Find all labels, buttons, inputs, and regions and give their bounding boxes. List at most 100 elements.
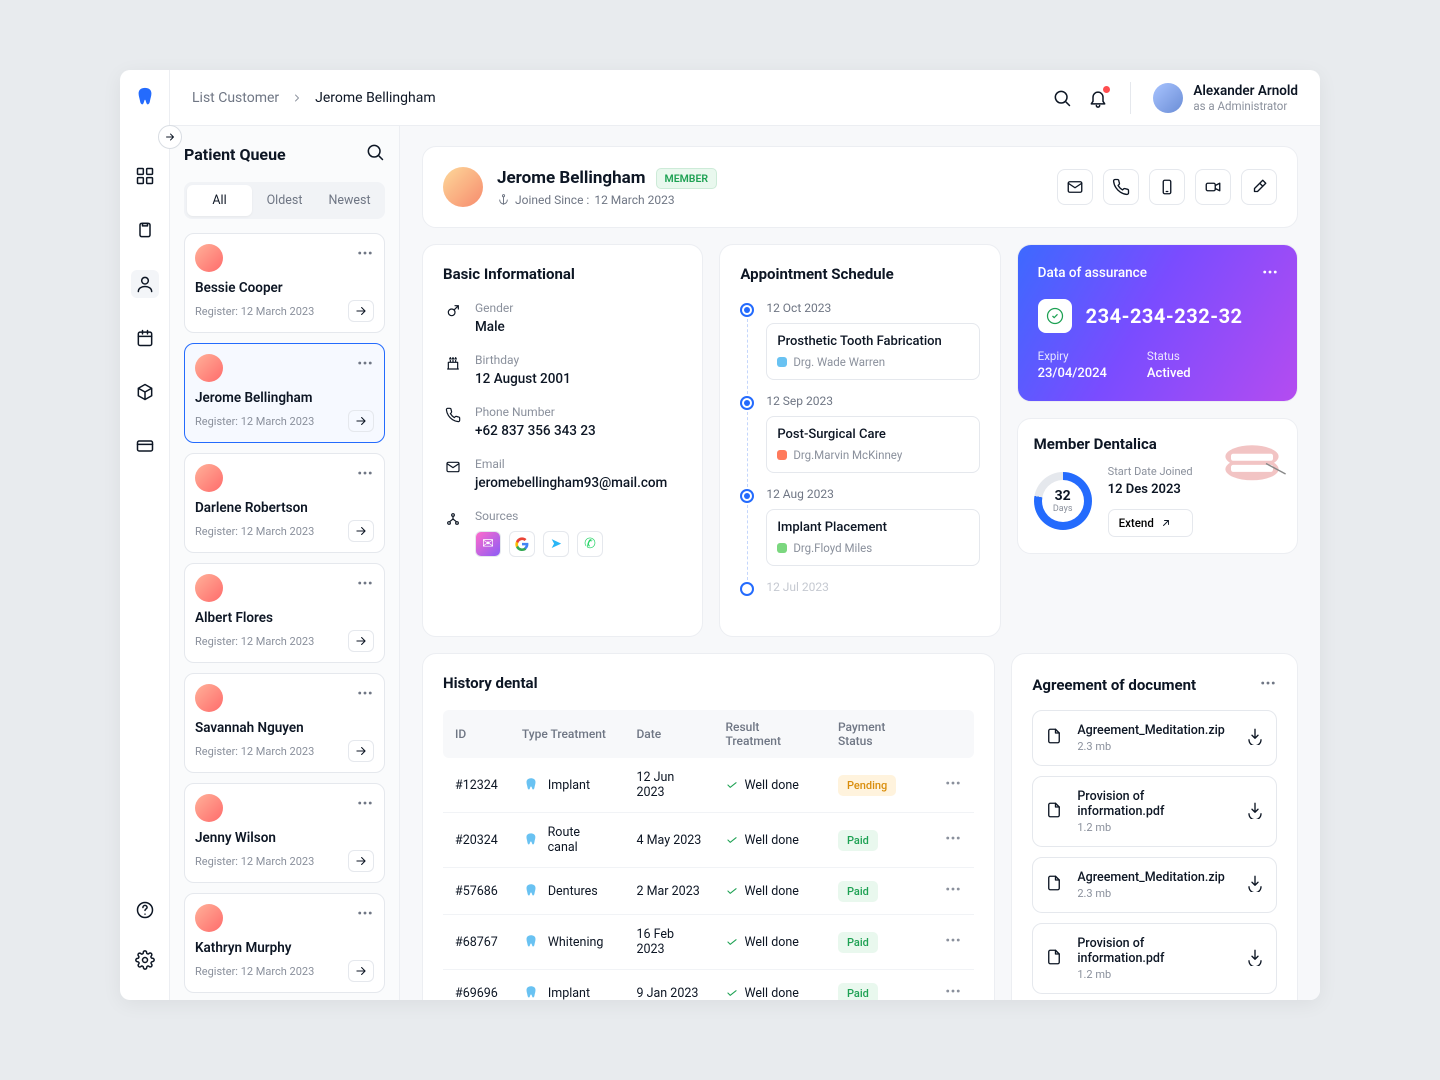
card-menu[interactable] bbox=[356, 354, 374, 376]
breadcrumb-root[interactable]: List Customer bbox=[192, 90, 279, 106]
patient-card-register: Register: 12 March 2023 bbox=[195, 855, 314, 868]
timeline-card[interactable]: Prosthetic Tooth Fabrication Drg. Wade W… bbox=[766, 323, 979, 380]
open-patient[interactable] bbox=[348, 740, 374, 762]
row-menu[interactable] bbox=[944, 829, 962, 851]
extend-button[interactable]: Extend bbox=[1108, 509, 1193, 537]
timeline-card[interactable]: Implant Placement Drg.Floyd Miles bbox=[766, 509, 979, 566]
timeline-item: 12 Oct 2023 Prosthetic Tooth Fabrication… bbox=[740, 301, 979, 380]
nav-settings[interactable] bbox=[131, 946, 159, 974]
tab-oldest[interactable]: Oldest bbox=[252, 185, 317, 216]
assurance-number: 234-234-232-32 bbox=[1086, 304, 1243, 328]
appointments-card: Appointment Schedule 12 Oct 2023 Prosthe… bbox=[719, 244, 1000, 637]
queue-search-button[interactable] bbox=[365, 142, 385, 166]
timeline-card[interactable]: Post-Surgical Care Drg.Marvin McKinney bbox=[766, 416, 979, 473]
birthday-icon bbox=[445, 355, 461, 371]
action-mobile[interactable] bbox=[1149, 169, 1185, 205]
tab-newest[interactable]: Newest bbox=[317, 185, 382, 216]
source-telegram[interactable]: ➤ bbox=[543, 531, 569, 557]
joined-label: Joined Since : bbox=[515, 193, 589, 207]
card-menu[interactable] bbox=[356, 904, 374, 926]
notification-button[interactable] bbox=[1088, 88, 1108, 108]
patient-card[interactable]: Darlene Robertson Register: 12 March 202… bbox=[184, 453, 385, 553]
download-button[interactable] bbox=[1246, 948, 1264, 970]
timeline-date: 12 Oct 2023 bbox=[766, 301, 979, 315]
source-messenger[interactable]: ✉ bbox=[475, 531, 501, 557]
timeline-item: 12 Sep 2023 Post-Surgical Care Drg.Marvi… bbox=[740, 394, 979, 473]
nav-calendar[interactable] bbox=[131, 324, 159, 352]
nav-card[interactable] bbox=[131, 432, 159, 460]
download-button[interactable] bbox=[1246, 727, 1264, 749]
row-menu[interactable] bbox=[944, 774, 962, 796]
patient-card[interactable]: Jerome Bellingham Register: 12 March 202… bbox=[184, 343, 385, 443]
card-menu[interactable] bbox=[356, 684, 374, 706]
nav-help[interactable] bbox=[131, 896, 159, 924]
tab-all[interactable]: All bbox=[187, 185, 252, 216]
card-menu[interactable] bbox=[356, 794, 374, 816]
patient-card-register: Register: 12 March 2023 bbox=[195, 305, 314, 318]
timeline-dot bbox=[740, 303, 754, 317]
chevron-right-icon bbox=[291, 92, 303, 104]
action-email[interactable] bbox=[1057, 169, 1093, 205]
topbar: List Customer Jerome Bellingham Alexande… bbox=[170, 70, 1320, 126]
table-row: #57686 Dentures 2 Mar 2023 Well done Pai… bbox=[443, 868, 974, 915]
download-button[interactable] bbox=[1246, 874, 1264, 896]
gender-icon bbox=[445, 303, 461, 319]
patient-card[interactable]: Jenny Wilson Register: 12 March 2023 bbox=[184, 783, 385, 883]
action-video[interactable] bbox=[1195, 169, 1231, 205]
nav-package[interactable] bbox=[131, 378, 159, 406]
open-patient[interactable] bbox=[348, 520, 374, 542]
nav-patients[interactable] bbox=[131, 270, 159, 298]
open-patient[interactable] bbox=[348, 630, 374, 652]
patient-card[interactable]: Savannah Nguyen Register: 12 March 2023 bbox=[184, 673, 385, 773]
timeline-date: 12 Jul 2023 bbox=[766, 580, 979, 594]
profile-menu[interactable]: Alexander Arnold as a Administrator bbox=[1153, 83, 1298, 113]
patient-header: Jerome Bellingham MEMBER Joined Since : … bbox=[423, 147, 1297, 227]
assurance-menu[interactable] bbox=[1261, 263, 1279, 285]
timeline-date: 12 Sep 2023 bbox=[766, 394, 979, 408]
basic-title: Basic Informational bbox=[443, 265, 682, 283]
tooth-icon bbox=[522, 882, 540, 900]
table-row: #12324 Implant 12 Jun 2023 Well done Pen… bbox=[443, 758, 974, 813]
source-google[interactable] bbox=[509, 531, 535, 557]
patient-card[interactable]: Kathryn Murphy Register: 12 March 2023 bbox=[184, 893, 385, 993]
patient-avatar-sm bbox=[195, 244, 223, 272]
search-button[interactable] bbox=[1052, 88, 1072, 108]
timeline-item: 12 Aug 2023 Implant Placement Drg.Floyd … bbox=[740, 487, 979, 566]
row-menu[interactable] bbox=[944, 880, 962, 902]
assurance-logo bbox=[1038, 299, 1072, 333]
nav-clipboard[interactable] bbox=[131, 216, 159, 244]
patient-avatar-sm bbox=[195, 684, 223, 712]
breadcrumb-current: Jerome Bellingham bbox=[315, 90, 435, 106]
patient-queue-panel: Patient Queue All Oldest Newest Bessie C… bbox=[170, 126, 400, 1000]
card-menu[interactable] bbox=[356, 244, 374, 266]
patient-card[interactable]: Bessie Cooper Register: 12 March 2023 bbox=[184, 233, 385, 333]
timeline-item: 12 Jul 2023 bbox=[740, 580, 979, 602]
patient-card[interactable]: Albert Flores Register: 12 March 2023 bbox=[184, 563, 385, 663]
open-patient[interactable] bbox=[348, 300, 374, 322]
open-patient[interactable] bbox=[348, 850, 374, 872]
source-whatsapp[interactable]: ✆ bbox=[577, 531, 603, 557]
nav-dashboard[interactable] bbox=[131, 162, 159, 190]
card-menu[interactable] bbox=[356, 464, 374, 486]
action-call[interactable] bbox=[1103, 169, 1139, 205]
agreement-menu[interactable] bbox=[1259, 674, 1277, 696]
download-button[interactable] bbox=[1246, 801, 1264, 823]
content: Jerome Bellingham MEMBER Joined Since : … bbox=[400, 126, 1320, 1000]
row-menu[interactable] bbox=[944, 931, 962, 953]
patient-card-name: Darlene Robertson bbox=[195, 500, 374, 516]
member-card: Member Dentalica 32 Days bbox=[1017, 418, 1298, 554]
action-edit[interactable] bbox=[1241, 169, 1277, 205]
open-patient[interactable] bbox=[348, 410, 374, 432]
queue-tabs: All Oldest Newest bbox=[184, 182, 385, 219]
open-patient[interactable] bbox=[348, 960, 374, 982]
rail-expand-button[interactable] bbox=[158, 125, 182, 149]
doc-item: Provision of information.pdf 1.2 mb bbox=[1032, 923, 1277, 994]
tooth-icon bbox=[522, 831, 540, 849]
phone-icon bbox=[445, 407, 461, 423]
patient-card-name: Savannah Nguyen bbox=[195, 720, 374, 736]
patient-name: Jerome Bellingham bbox=[497, 168, 646, 188]
row-menu[interactable] bbox=[944, 982, 962, 1000]
timeline-dot bbox=[740, 489, 754, 503]
card-menu[interactable] bbox=[356, 574, 374, 596]
breadcrumb: List Customer Jerome Bellingham bbox=[192, 90, 436, 106]
